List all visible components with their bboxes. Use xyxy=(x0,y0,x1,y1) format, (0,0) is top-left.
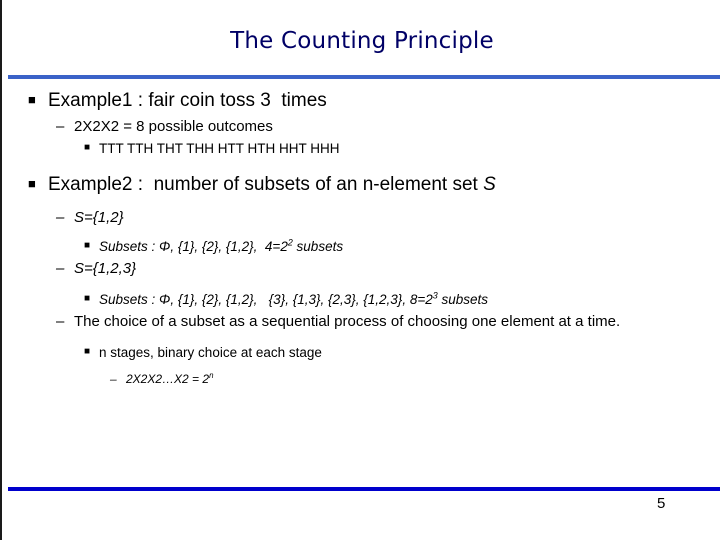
square-bullet-icon: ■ xyxy=(84,293,91,304)
bullet-text: Subsets : Φ, {1}, {2}, {1,2}, 4=22 subse… xyxy=(99,237,343,256)
exponent: n xyxy=(209,371,214,380)
bullet-text: n stages, binary choice at each stage xyxy=(99,345,322,360)
dash-bullet-icon: – xyxy=(56,118,65,135)
slide-title-area: The Counting Principle xyxy=(2,26,720,56)
footer-divider-rule xyxy=(8,487,720,491)
bullet-text: S={1,2,3} xyxy=(74,260,137,277)
bullet-text: Subsets : Φ, {1}, {2}, {1,2}, {3}, {1,3}… xyxy=(99,290,488,309)
bullet-text: TTT TTH THT THH HTT HTH HHT HHH xyxy=(99,141,340,156)
square-bullet-icon: ■ xyxy=(28,92,36,107)
bullet-item-set-12: – S={1,2} xyxy=(2,207,720,228)
bullet-text: Example2 : number of subsets of an n-ele… xyxy=(48,172,496,198)
bullet-text: S={1,2} xyxy=(74,209,124,226)
dash-bullet-icon: – xyxy=(56,260,65,277)
title-divider-rule xyxy=(8,75,720,79)
bullet-item-n-stages: ■ n stages, binary choice at each stage xyxy=(2,343,720,362)
slide-canvas: The Counting Principle ■ Example1 : fair… xyxy=(0,0,720,540)
square-bullet-icon: ■ xyxy=(84,240,91,251)
bullet-text-plain: Example2 : number of subsets of an n-ele… xyxy=(48,174,484,195)
bullet-item-outcomes-count: – 2X2X2 = 8 possible outcomes xyxy=(2,116,720,137)
bullet-text: The choice of a subset as a sequential p… xyxy=(74,313,621,330)
dash-bullet-icon: – xyxy=(56,209,65,226)
square-bullet-icon: ■ xyxy=(84,346,91,357)
set-symbol: S xyxy=(483,174,496,195)
bullet-item-subsets-123: ■ Subsets : Φ, {1}, {2}, {1,2}, {3}, {1,… xyxy=(2,290,720,309)
dash-bullet-icon: – xyxy=(110,372,117,386)
bullet-item-coin-outcomes: ■ TTT TTH THT THH HTT HTH HHT HHH xyxy=(2,139,720,158)
page-number: 5 xyxy=(657,495,666,512)
dash-bullet-icon: – xyxy=(56,313,65,330)
bullet-text-lead: Subsets : Φ, {1}, {2}, {1,2}, {3}, {1,3}… xyxy=(99,292,433,307)
bullet-item-sequential-process: – The choice of a subset as a sequential… xyxy=(2,311,720,332)
bullet-item-subsets-12: ■ Subsets : Φ, {1}, {2}, {1,2}, 4=22 sub… xyxy=(2,237,720,256)
square-bullet-icon: ■ xyxy=(84,142,91,153)
bullet-item-product-formula: – 2X2X2…X2 = 2n xyxy=(2,371,720,388)
bullet-text: 2X2X2…X2 = 2n xyxy=(126,371,213,388)
square-bullet-icon: ■ xyxy=(28,176,36,191)
bullet-text-lead: Subsets : Φ, {1}, {2}, {1,2}, 4=2 xyxy=(99,239,288,254)
bullet-text-tail: subsets xyxy=(292,239,344,254)
bullet-text: 2X2X2 = 8 possible outcomes xyxy=(74,118,273,135)
slide-body: ■ Example1 : fair coin toss 3 times – 2X… xyxy=(2,88,720,388)
bullet-text-lead: 2X2X2…X2 = 2 xyxy=(126,372,210,386)
bullet-item-example1: ■ Example1 : fair coin toss 3 times xyxy=(2,88,720,114)
bullet-text: Example1 : fair coin toss 3 times xyxy=(48,90,327,111)
bullet-text-tail: subsets xyxy=(437,292,488,307)
page-title: The Counting Principle xyxy=(230,28,494,54)
bullet-item-set-123: – S={1,2,3} xyxy=(2,258,720,279)
bullet-item-example2: ■ Example2 : number of subsets of an n-e… xyxy=(2,172,720,198)
